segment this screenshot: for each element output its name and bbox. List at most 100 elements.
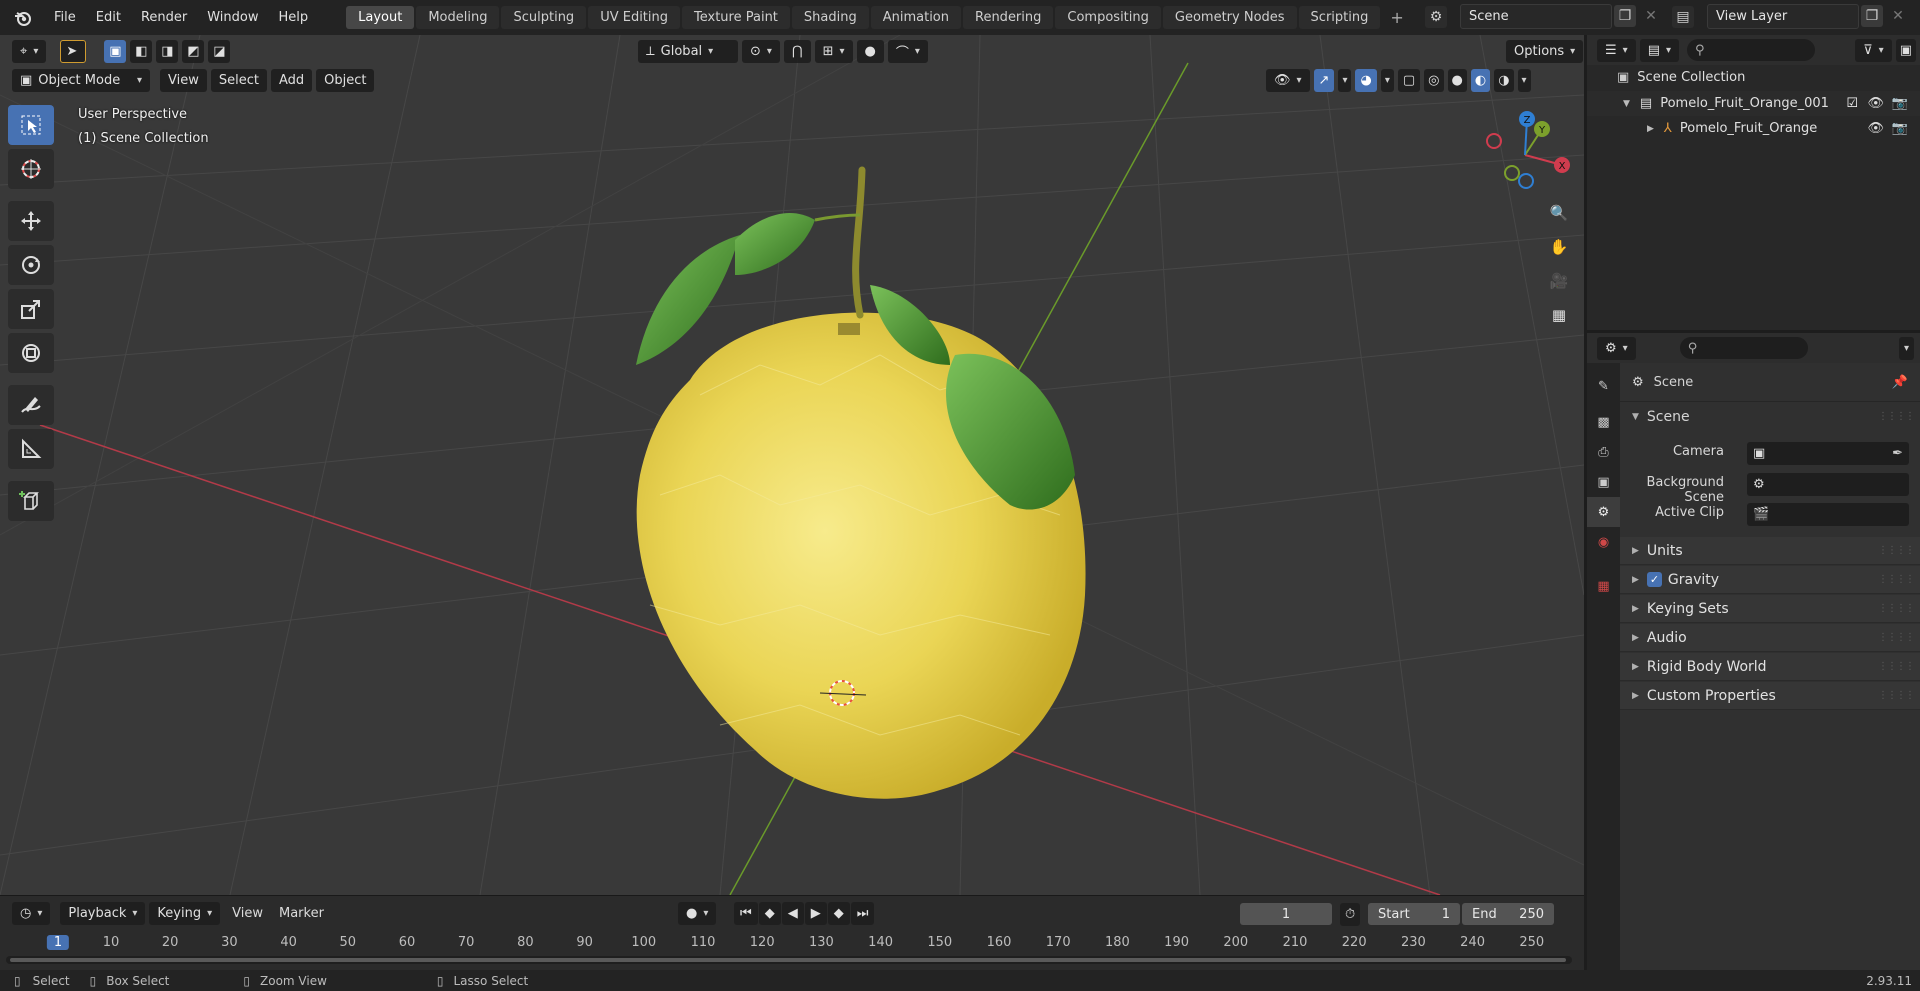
expand-arrow-icon[interactable]: ▶	[1647, 124, 1654, 134]
copy-scene-icon[interactable]: ❐	[1614, 5, 1636, 27]
background-scene-field[interactable]: ⚙	[1747, 473, 1909, 496]
display-mode-dropdown[interactable]: ▤ ▾	[1639, 38, 1680, 62]
view-layer-icon[interactable]: ▤	[1672, 6, 1694, 28]
timeline-ruler[interactable]: 1 10 20 30 40 50 60 70 80 90 100 110 120 130 140 150 160…	[0, 932, 1584, 952]
render-tab-icon[interactable]: ▩	[1587, 407, 1620, 437]
shading-rendered[interactable]: ◑	[1494, 69, 1514, 92]
stopwatch-icon[interactable]: ⏱	[1340, 903, 1361, 926]
play-reverse-icon[interactable]: ◀	[781, 902, 804, 925]
menu-render[interactable]: Render	[131, 10, 197, 25]
tab-scripting[interactable]: Scripting	[1298, 6, 1381, 29]
marker-menu[interactable]: Marker	[271, 906, 332, 921]
navigation-gizmo[interactable]: X Y Z	[1480, 107, 1570, 197]
timeline-scrollbar-thumb[interactable]	[10, 958, 1566, 962]
select-new-icon[interactable]: ▣	[104, 40, 127, 63]
add-cube-tool-icon[interactable]	[8, 481, 54, 521]
move-tool-icon[interactable]	[8, 201, 54, 241]
measure-tool-icon[interactable]	[8, 429, 54, 469]
keying-menu[interactable]: Keying ▾	[149, 901, 221, 925]
shading-material[interactable]: ◐	[1470, 69, 1491, 92]
tab-modeling[interactable]: Modeling	[416, 6, 500, 29]
new-collection-icon[interactable]: ▣	[1895, 38, 1916, 62]
render-camera-icon[interactable]: 📷	[1892, 96, 1908, 111]
properties-options-dropdown[interactable]: ▾	[1898, 336, 1914, 360]
start-frame-field[interactable]: Start 1	[1368, 903, 1460, 925]
outliner-row-object[interactable]: ▶ ⅄ Pomelo_Fruit_Orange 👁 📷	[1587, 116, 1920, 141]
units-panel-header[interactable]: ▶ Units ⋮⋮⋮⋮	[1620, 537, 1920, 565]
world-tab-icon[interactable]: ◉	[1587, 527, 1620, 557]
tab-uv-editing[interactable]: UV Editing	[588, 6, 681, 29]
pan-hand-icon[interactable]: ✋	[1544, 232, 1574, 262]
add-workspace-button[interactable]: +	[1382, 8, 1411, 27]
scene-selector[interactable]: Scene	[1460, 4, 1612, 29]
view-layer-tab-icon[interactable]: ▣	[1587, 467, 1620, 497]
timeline-view-menu[interactable]: View	[224, 906, 271, 921]
tab-rendering[interactable]: Rendering	[963, 6, 1054, 29]
transform-tool-icon[interactable]	[8, 333, 54, 373]
select-invert-icon[interactable]: ◩	[182, 40, 205, 63]
scene-icon[interactable]: ⚙	[1425, 6, 1447, 28]
mode-dropdown[interactable]: ▣ Object Mode ▾	[12, 69, 150, 92]
visibility-eye-icon[interactable]: 👁	[1867, 121, 1884, 136]
timeline-scrollbar[interactable]	[6, 956, 1572, 964]
select-subtract-icon[interactable]: ◨	[156, 40, 179, 63]
overlay-toggle[interactable]: ◕	[1355, 69, 1377, 92]
exclude-checkbox[interactable]: ☑	[1846, 96, 1858, 111]
ortho-grid-icon[interactable]: ▦	[1544, 300, 1574, 330]
3d-viewport[interactable]: ⌖ ▾ ➤ ▣ ◧ ◨ ◩ ◪ ⟂ Global ▾ ⊙ ▾ ⋂ ⊞ ▾ ● ⌒ ▾ Op…	[0, 35, 1584, 895]
shading-solid[interactable]: ●	[1447, 69, 1467, 92]
timeline-editor-type[interactable]: ◷ ▾	[12, 901, 51, 925]
zoom-icon[interactable]: 🔍	[1544, 198, 1574, 228]
properties-editor-type[interactable]: ⚙ ▾	[1597, 336, 1636, 360]
auto-keying-toggle[interactable]: ● ▾	[678, 902, 717, 925]
editor-type-button[interactable]: ⌖ ▾	[12, 40, 47, 63]
gizmo-toggle[interactable]: ↗	[1313, 69, 1335, 92]
active-clip-field[interactable]: 🎬	[1747, 503, 1909, 526]
jump-end-icon[interactable]: ⏭	[850, 902, 875, 925]
outliner-row-scene-collection[interactable]: ▣ Scene Collection	[1587, 65, 1920, 90]
pin-icon[interactable]: 📌	[1892, 375, 1908, 390]
visibility-dropdown[interactable]: 👁 ▾	[1266, 69, 1310, 92]
prev-keyframe-icon[interactable]: ◆	[758, 902, 781, 925]
menu-view[interactable]: View	[160, 69, 207, 92]
outliner-search-input[interactable]: ⚲	[1687, 39, 1816, 61]
keying-sets-panel-header[interactable]: ▶ Keying Sets ⋮⋮⋮⋮	[1620, 595, 1920, 623]
copy-view-layer-icon[interactable]: ❐	[1861, 5, 1883, 27]
tab-geometry-nodes[interactable]: Geometry Nodes	[1162, 6, 1297, 29]
end-frame-field[interactable]: End 250	[1462, 903, 1554, 925]
menu-object[interactable]: Object	[316, 69, 375, 92]
select-intersect-icon[interactable]: ◪	[208, 40, 231, 63]
camera-field[interactable]: ▣ ✒	[1747, 442, 1909, 465]
active-tool-icon[interactable]: ➤	[60, 40, 87, 63]
tab-layout[interactable]: Layout	[346, 6, 415, 29]
pivot-point-dropdown[interactable]: ⊙ ▾	[742, 40, 780, 63]
menu-file[interactable]: File	[44, 10, 86, 25]
scene-panel-header[interactable]: ▼ Scene ⋮⋮⋮⋮	[1620, 401, 1920, 431]
jump-start-icon[interactable]: ⏮	[734, 902, 758, 925]
outliner-row-collection[interactable]: ▼ ▤ Pomelo_Fruit_Orange_001 ☑ 👁 📷	[1587, 91, 1920, 116]
select-extend-icon[interactable]: ◧	[130, 40, 153, 63]
visibility-eye-icon[interactable]: 👁	[1867, 96, 1884, 111]
menu-help[interactable]: Help	[269, 10, 319, 25]
menu-edit[interactable]: Edit	[86, 10, 131, 25]
rotate-tool-icon[interactable]	[8, 245, 54, 285]
tab-sculpting[interactable]: Sculpting	[501, 6, 587, 29]
tab-compositing[interactable]: Compositing	[1055, 6, 1161, 29]
xray-toggle[interactable]: ▢	[1397, 69, 1421, 92]
drag-grip-icon[interactable]: ⋮⋮⋮⋮	[1878, 411, 1915, 422]
shading-dropdown[interactable]: ▾	[1517, 69, 1531, 92]
options-dropdown[interactable]: Options ▾	[1506, 40, 1584, 63]
playhead-current-frame[interactable]: 1	[46, 935, 70, 950]
expand-arrow-icon[interactable]: ▼	[1623, 99, 1630, 109]
filter-dropdown[interactable]: ⊽ ▾	[1855, 38, 1892, 62]
audio-panel-header[interactable]: ▶ Audio ⋮⋮⋮⋮	[1620, 624, 1920, 652]
current-frame-field[interactable]: 1	[1240, 903, 1332, 925]
view-layer-selector[interactable]: View Layer	[1707, 4, 1859, 29]
properties-search-input[interactable]: ⚲	[1679, 337, 1808, 359]
gizmo-dropdown[interactable]: ▾	[1338, 69, 1352, 92]
overlay-dropdown[interactable]: ▾	[1380, 69, 1394, 92]
outliner-editor-type[interactable]: ☰ ▾	[1597, 38, 1636, 62]
tab-shading[interactable]: Shading	[791, 6, 869, 29]
close-view-layer-icon[interactable]: ✕	[1887, 5, 1909, 27]
play-icon[interactable]: ▶	[804, 902, 827, 925]
